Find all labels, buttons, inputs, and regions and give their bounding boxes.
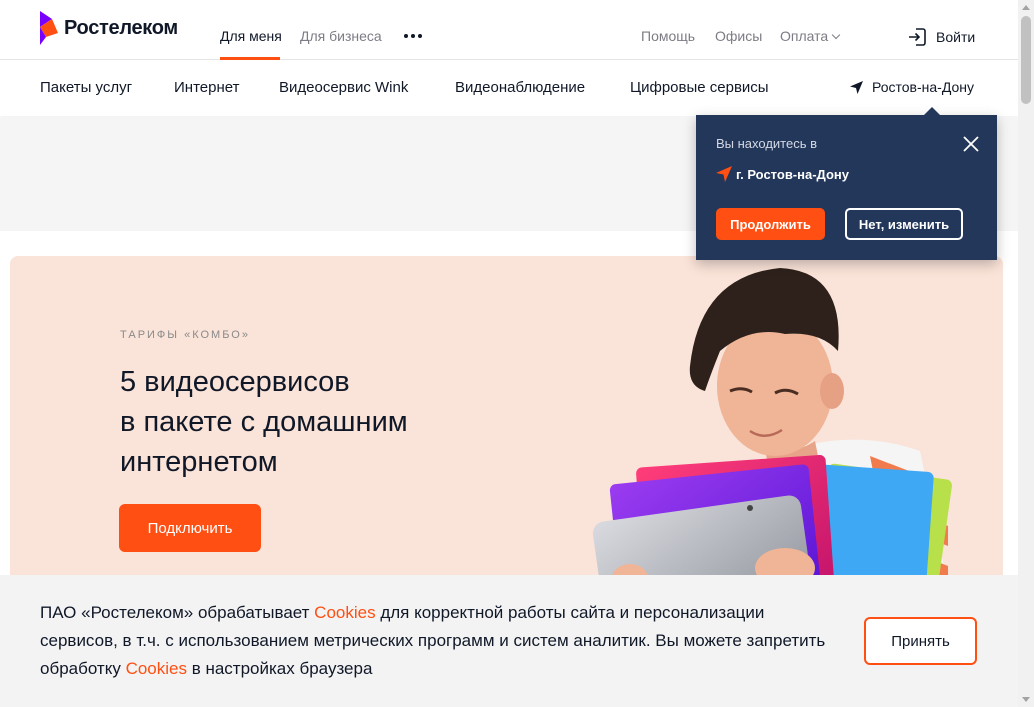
popup-hint: Вы находитесь в [716,136,818,151]
hero-title-line: в пакете с домашним [120,406,408,438]
hero-title-line: 5 видеосервисов [120,366,350,398]
popup-city-label: г. Ростов-на-Дону [736,166,849,182]
login-button[interactable]: Войти [908,28,975,46]
hero-title-line: интернетом [120,446,278,478]
scroll-thumb[interactable] [1021,16,1031,104]
nav-item-video-surveillance[interactable]: Видеонаблюдение [455,79,585,96]
city-selector[interactable]: Ростов-на-Дону [850,79,974,95]
city-label: Ростов-на-Дону [872,79,974,95]
connect-button[interactable]: Подключить [119,504,261,552]
segment-for-me[interactable]: Для меня [220,28,282,44]
cookie-banner: ПАО «Ростелеком» обрабатывает Cookies дл… [0,575,1018,707]
location-popup: Вы находитесь в г. Ростов-на-Дону Продол… [696,107,997,260]
continue-button[interactable]: Продолжить [716,208,825,240]
scrollbar[interactable] [1018,0,1034,707]
page: Ростелеком Для меня Для бизнеса Помощь О… [0,0,1034,707]
location-arrow-icon [716,166,732,182]
segment-for-business[interactable]: Для бизнеса [300,28,382,44]
login-icon [909,28,926,46]
hero-banner: ТАРИФЫ «КОМБО» 5 видеосервисов в пакете … [10,256,1003,586]
cookie-text: ПАО «Ростелеком» обрабатывает Cookies дл… [40,599,840,683]
popup-city: г. Ростов-на-Дону [716,166,849,182]
close-icon[interactable] [962,135,980,153]
change-city-button[interactable]: Нет, изменить [845,208,963,240]
help-link[interactable]: Помощь [641,28,695,44]
hero-eyebrow: ТАРИФЫ «КОМБО» [120,329,250,341]
top-bar: Ростелеком Для меня Для бизнеса Помощь О… [0,0,1018,60]
hero-illustration [592,268,952,586]
logo-text: Ростелеком [64,16,178,39]
main-nav: Пакеты услуг Интернет Видеосервис Wink В… [0,60,1018,116]
more-dots-icon[interactable] [404,34,422,38]
hero-title: 5 видеосервисов в пакете с домашним инте… [120,362,520,482]
login-label: Войти [936,29,976,45]
scroll-down-arrow-icon[interactable] [1022,697,1030,702]
cookies-link[interactable]: Cookies [126,659,187,678]
payment-dropdown[interactable]: Оплата [780,28,841,44]
offices-link[interactable]: Офисы [715,28,762,44]
chevron-down-icon [831,30,841,40]
payment-label: Оплата [780,28,829,44]
popup-pointer [924,107,940,115]
nav-item-digital-services[interactable]: Цифровые сервисы [630,79,769,96]
cookies-link[interactable]: Cookies [314,603,375,622]
logo[interactable]: Ростелеком [40,11,178,45]
nav-item-packages[interactable]: Пакеты услуг [40,79,132,96]
location-arrow-icon [850,80,863,94]
rostelecom-logo-icon [40,11,58,45]
cookie-text-part: ПАО «Ростелеком» обрабатывает [40,603,315,622]
nav-item-wink[interactable]: Видеосервис Wink [279,79,408,96]
scroll-up-arrow-icon[interactable] [1022,5,1030,10]
cookie-text-part: в настройках браузера [186,659,373,678]
accept-cookies-button[interactable]: Принять [864,617,977,665]
nav-item-internet[interactable]: Интернет [174,79,239,96]
